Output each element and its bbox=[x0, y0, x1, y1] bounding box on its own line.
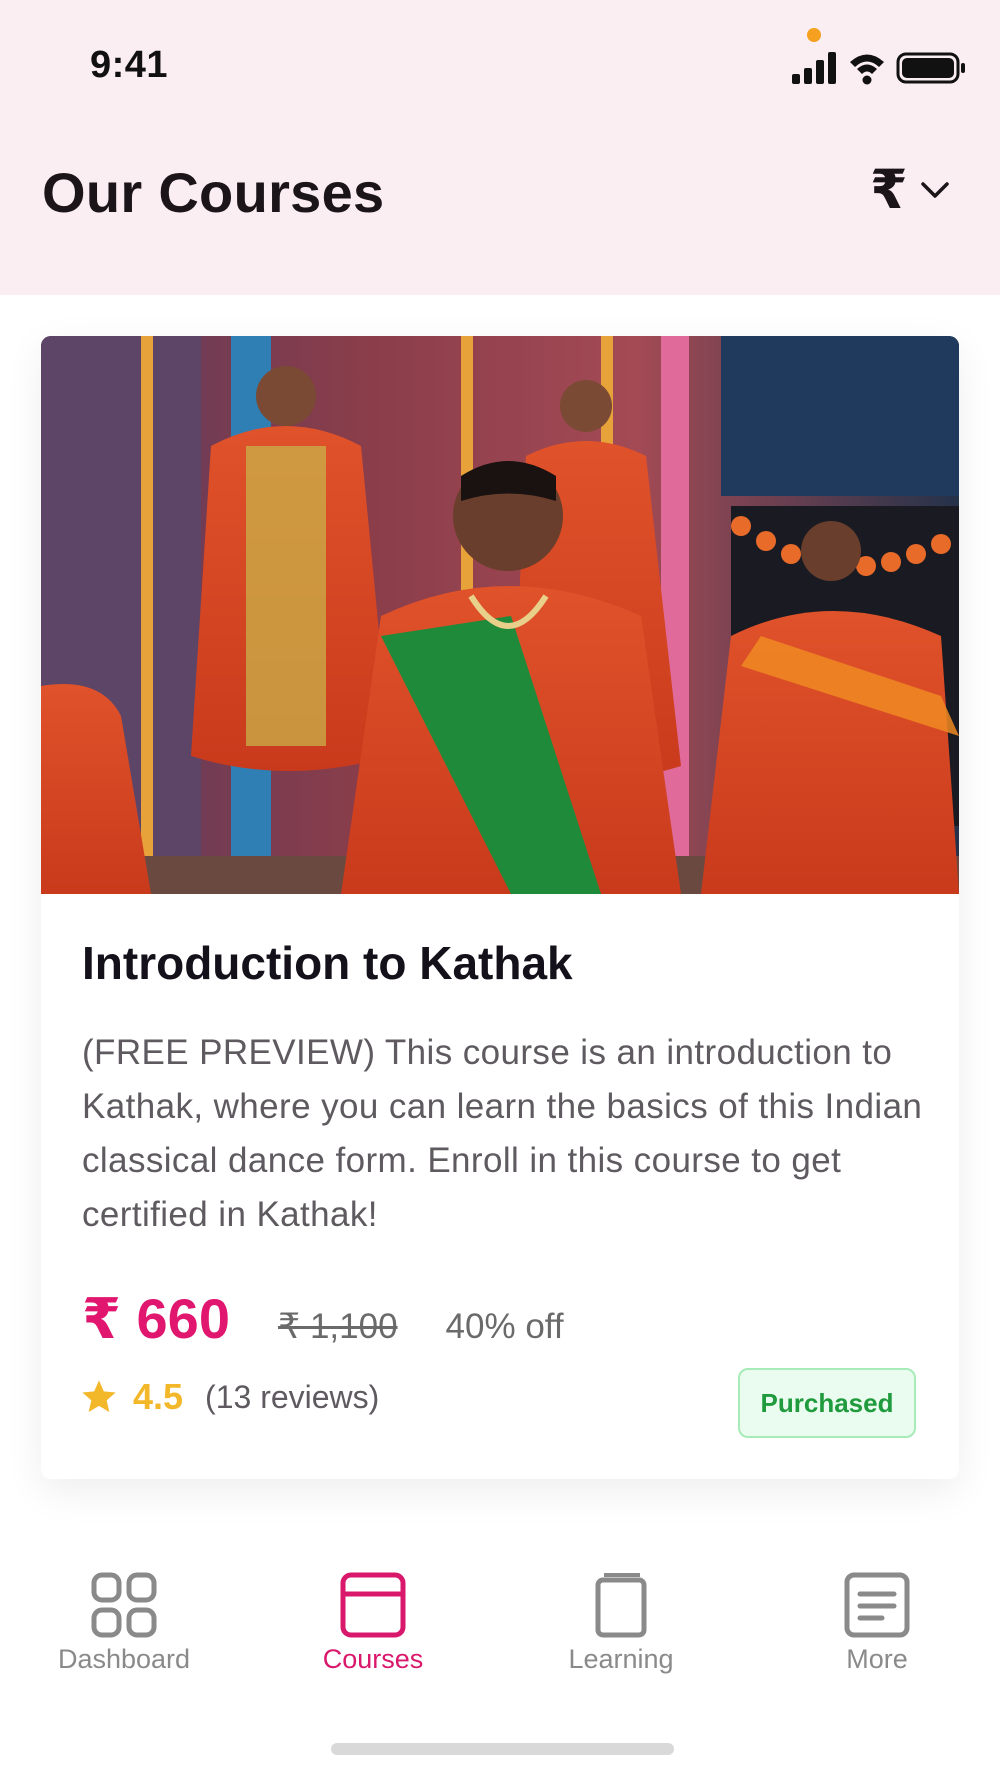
list-icon bbox=[844, 1572, 910, 1638]
current-price: ₹ 660 bbox=[82, 1287, 230, 1350]
grid-icon bbox=[91, 1572, 157, 1638]
camera-indicator-icon bbox=[807, 28, 821, 42]
bottom-navigation: Dashboard Courses Learning More bbox=[0, 1550, 1000, 1700]
status-icons bbox=[792, 52, 965, 85]
chevron-down-icon bbox=[920, 182, 949, 198]
header-bar: 9:41 Our Courses ₹ bbox=[0, 0, 1000, 295]
course-thumbnail-image bbox=[41, 336, 959, 894]
battery-icon bbox=[896, 52, 965, 84]
book-icon bbox=[595, 1573, 647, 1638]
course-description: (FREE PREVIEW) This course is an introdu… bbox=[82, 1033, 923, 1234]
discount-label: 40% off bbox=[445, 1307, 564, 1346]
currency-selector[interactable]: ₹ bbox=[870, 160, 970, 220]
nav-label-more: More bbox=[846, 1644, 908, 1674]
courses-icon bbox=[340, 1572, 406, 1638]
price-row: ₹ 660 ₹ 1,100 40% off bbox=[82, 1286, 564, 1352]
nav-item-courses[interactable]: Courses bbox=[273, 1572, 473, 1675]
nav-item-more[interactable]: More bbox=[777, 1572, 977, 1675]
course-title[interactable]: Introduction to Kathak bbox=[82, 936, 932, 990]
home-indicator[interactable] bbox=[331, 1743, 674, 1755]
rating-row: 4.5 (13 reviews) bbox=[79, 1376, 379, 1418]
status-time: 9:41 bbox=[90, 44, 169, 86]
nav-item-learning[interactable]: Learning bbox=[521, 1572, 721, 1675]
review-count[interactable]: (13 reviews) bbox=[205, 1379, 379, 1416]
nav-label-courses: Courses bbox=[322, 1644, 424, 1674]
nav-label-dashboard: Dashboard bbox=[57, 1644, 191, 1674]
course-details: Introduction to Kathak (FREE PREVIEW) Th… bbox=[82, 936, 932, 1242]
course-card[interactable]: Introduction to Kathak (FREE PREVIEW) Th… bbox=[41, 336, 959, 1479]
original-price: ₹ 1,100 bbox=[277, 1307, 398, 1346]
purchased-badge: Purchased bbox=[738, 1368, 916, 1438]
nav-item-dashboard[interactable]: Dashboard bbox=[24, 1572, 224, 1675]
page-title: Our Courses bbox=[42, 161, 385, 224]
rating-value: 4.5 bbox=[133, 1376, 184, 1417]
currency-symbol: ₹ bbox=[870, 160, 908, 220]
star-icon bbox=[82, 1380, 116, 1412]
cellular-signal-icon bbox=[792, 52, 836, 84]
nav-label-learning: Learning bbox=[568, 1644, 674, 1674]
wifi-icon bbox=[850, 54, 884, 85]
